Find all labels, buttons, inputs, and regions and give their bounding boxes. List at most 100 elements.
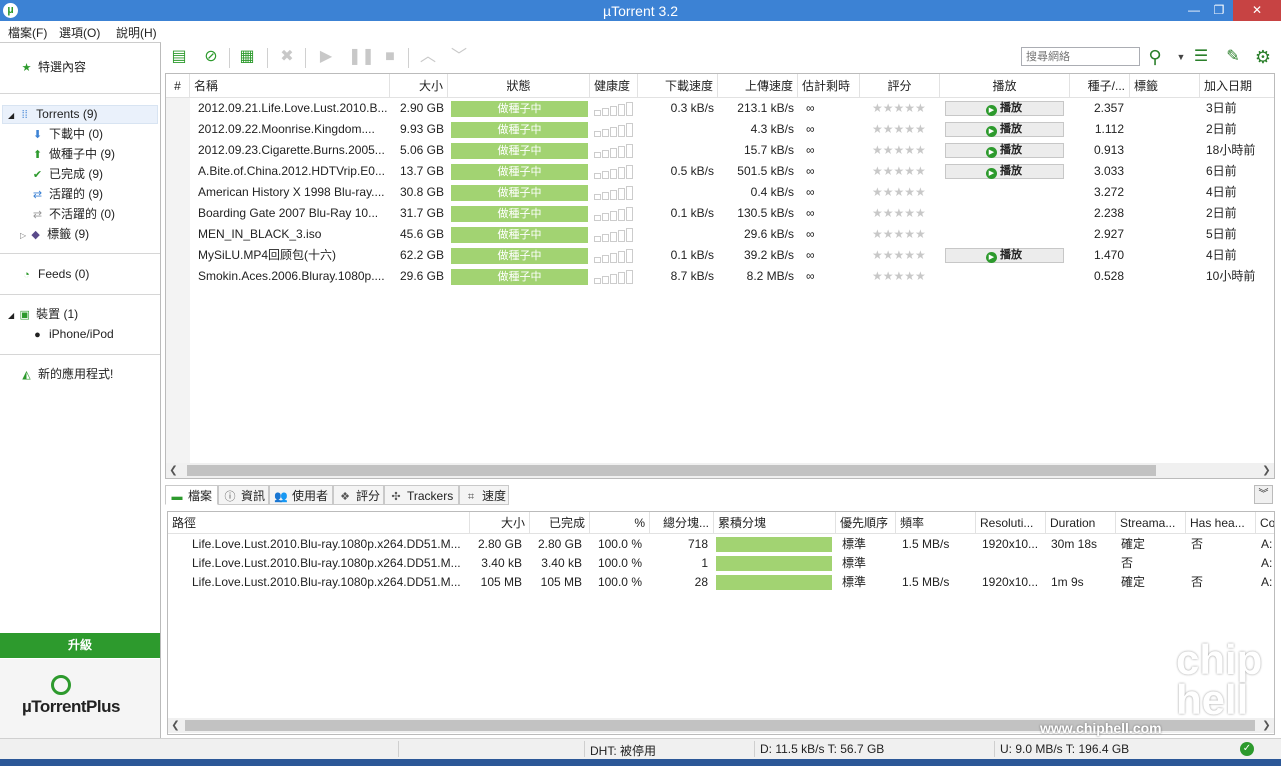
sidebar-item-iphone[interactable]: ● iPhone/iPod	[31, 324, 114, 344]
col-header-play[interactable]: 播放	[940, 74, 1070, 98]
list-view-icon[interactable]: ☰	[1191, 47, 1211, 67]
sidebar-item-downloading[interactable]: ⬇ 下載中 (0)	[31, 124, 103, 144]
col-header-health[interactable]: 健康度	[590, 74, 638, 98]
stop-icon[interactable]: ■	[380, 47, 400, 67]
col-header-name[interactable]: 名稱	[190, 74, 390, 98]
col-header-percent[interactable]: %	[590, 512, 650, 534]
sidebar-item-active[interactable]: ⇄ 活躍的 (9)	[31, 184, 103, 204]
table-row[interactable]: A.Bite.of.China.2012.HDTVrip.E0... 13.7 G…	[166, 161, 1274, 182]
dht-status[interactable]: DHT: 被停用	[590, 742, 656, 759]
tab-ratings[interactable]: ❖ 評分	[333, 485, 384, 505]
play-button[interactable]: ▶ 播放	[945, 122, 1064, 137]
remove-icon[interactable]: ✖	[277, 47, 297, 67]
col-header-label[interactable]: 標籤	[1130, 74, 1200, 98]
table-row[interactable]: American History X 1998 Blu-ray.... 30.8 …	[166, 182, 1274, 203]
col-header-status[interactable]: 狀態	[448, 74, 590, 98]
menu-options[interactable]: 選項(O)	[59, 24, 100, 41]
col-header-duration[interactable]: Duration	[1046, 512, 1116, 534]
scroll-left-icon[interactable]: ❮	[168, 718, 183, 733]
expand-arrow-icon[interactable]: ◢	[8, 311, 14, 320]
col-header-size[interactable]: 大小	[390, 74, 448, 98]
search-input[interactable]	[1021, 47, 1140, 66]
col-header-eta[interactable]: 估計剩時	[798, 74, 860, 98]
expand-arrow-icon[interactable]: ◢	[8, 111, 14, 120]
upgrade-button[interactable]: 升級	[0, 633, 160, 658]
play-button[interactable]: ▶ 播放	[945, 101, 1064, 116]
scroll-left-icon[interactable]: ❮	[166, 463, 181, 478]
col-header-added[interactable]: 加入日期	[1200, 74, 1274, 98]
sidebar-item-devices[interactable]: ◢ ▣ 裝置 (1)	[8, 304, 78, 324]
add-torrent-icon[interactable]: ▤	[169, 47, 189, 67]
add-url-icon[interactable]: ⊘	[201, 47, 221, 67]
table-row[interactable]: MEN_IN_BLACK_3.iso 45.6 GB 做種子中 29.6 kB/s ∞ ★…	[166, 224, 1274, 245]
play-button[interactable]: ▶ 播放	[945, 248, 1064, 263]
tab-speed[interactable]: ⌗ 速度	[459, 485, 509, 505]
col-header-has-header[interactable]: Has hea...	[1186, 512, 1256, 534]
table-row[interactable]: Life.Love.Lust.2010.Blu-ray.1080p.x264.D…	[168, 573, 1274, 592]
sidebar-item-new-apps[interactable]: ◭ 新的應用程式!	[20, 364, 113, 384]
col-header-priority[interactable]: 優先順序	[836, 512, 896, 534]
scrollbar-thumb[interactable]	[187, 465, 1156, 476]
sidebar-item-seeding[interactable]: ⬆ 做種子中 (9)	[31, 144, 115, 164]
col-header-up-speed[interactable]: 上傳速度	[718, 74, 798, 98]
col-header-done[interactable]: 已完成	[530, 512, 590, 534]
sidebar-item-inactive[interactable]: ⇄ 不活躍的 (0)	[31, 204, 115, 224]
network-ok-icon[interactable]: ✓	[1240, 742, 1254, 756]
torrent-list-scrollbar[interactable]: ❮ ❯	[166, 463, 1274, 478]
close-button[interactable]: ✕	[1233, 0, 1281, 21]
col-header-codec[interactable]: Co	[1256, 512, 1274, 534]
col-header-size[interactable]: 大小	[470, 512, 530, 534]
search-icon[interactable]: ⚲	[1145, 47, 1165, 67]
sidebar-item-torrents[interactable]: ◢ ⁞⁞ Torrents (9)	[8, 104, 98, 124]
sidebar-item-labels[interactable]: ▷ ◆ 標籤 (9)	[20, 224, 89, 244]
upload-status[interactable]: U: 9.0 MB/s T: 196.4 GB	[1000, 742, 1129, 756]
rating-stars-icon[interactable]: ★★★★★	[868, 245, 940, 266]
col-header-number[interactable]: #	[166, 74, 190, 98]
gear-icon[interactable]: ⚙	[1253, 47, 1273, 67]
pause-icon[interactable]: ❚❚	[348, 47, 375, 67]
col-header-rate[interactable]: 頻率	[896, 512, 976, 534]
play-button[interactable]: ▶ 播放	[945, 164, 1064, 179]
play-button[interactable]: ▶ 播放	[945, 143, 1064, 158]
start-icon[interactable]: ▶	[316, 47, 336, 67]
col-header-rating[interactable]: 評分	[860, 74, 940, 98]
expand-arrow-icon[interactable]: ▷	[20, 231, 26, 240]
utorrent-plus-logo[interactable]: µTorrentPlus	[0, 659, 160, 739]
table-row[interactable]: 2012.09.21.Life.Love.Lust.2010.B... 2.90 …	[166, 98, 1274, 119]
rating-stars-icon[interactable]: ★★★★★	[868, 203, 940, 224]
col-header-pieces[interactable]: 總分塊...	[650, 512, 714, 534]
table-row[interactable]: MySiLU.MP4回顾包(十六) 62.2 GB 做種子中 0.1 kB/s 39.2…	[166, 245, 1274, 266]
rating-stars-icon[interactable]: ★★★★★	[868, 98, 940, 119]
sidebar-item-feeds[interactable]: ◔ Feeds (0)	[20, 264, 89, 284]
table-row[interactable]: Life.Love.Lust.2010.Blu-ray.1080p.x264.D…	[168, 554, 1274, 573]
file-priority[interactable]: 標準	[838, 535, 896, 554]
table-row[interactable]: Boarding Gate 2007 Blu-Ray 10... 31.7 GB 做…	[166, 203, 1274, 224]
sidebar-item-completed[interactable]: ✔ 已完成 (9)	[31, 164, 103, 184]
rating-stars-icon[interactable]: ★★★★★	[868, 140, 940, 161]
table-row[interactable]: 2012.09.22.Moonrise.Kingdom.... 9.93 GB 做種…	[166, 119, 1274, 140]
chevron-down-icon[interactable]: ▼	[1171, 47, 1191, 67]
rating-stars-icon[interactable]: ★★★★★	[868, 266, 940, 287]
sidebar-item-featured[interactable]: ★ 特選內容	[20, 57, 86, 77]
tab-trackers[interactable]: ✣ Trackers	[384, 485, 459, 505]
scroll-right-icon[interactable]: ❯	[1259, 463, 1274, 478]
col-header-piece-map[interactable]: 累積分塊	[714, 512, 836, 534]
create-torrent-icon[interactable]: ▦	[237, 47, 257, 67]
table-row[interactable]: 2012.09.23.Cigarette.Burns.2005... 5.06 G…	[166, 140, 1274, 161]
table-row[interactable]: Life.Love.Lust.2010.Blu-ray.1080p.x264.D…	[168, 535, 1274, 554]
table-row[interactable]: Smokin.Aces.2006.Bluray.1080p.... 29.6 GB…	[166, 266, 1274, 287]
rating-stars-icon[interactable]: ★★★★★	[868, 161, 940, 182]
tab-peers[interactable]: 👥 使用者	[269, 485, 333, 505]
minimize-button[interactable]: —	[1180, 0, 1208, 21]
tab-files[interactable]: ▬ 檔案	[165, 485, 218, 505]
col-header-resolution[interactable]: Resoluti...	[976, 512, 1046, 534]
tab-info[interactable]: ⓘ 資訊	[218, 485, 269, 505]
col-header-path[interactable]: 路徑	[168, 512, 470, 534]
move-up-icon[interactable]: ︿	[418, 47, 438, 67]
col-header-ratio[interactable]: 種子/...	[1070, 74, 1130, 98]
move-down-icon[interactable]: ﹀	[449, 47, 469, 67]
rating-stars-icon[interactable]: ★★★★★	[868, 182, 940, 203]
file-priority[interactable]: 標準	[838, 573, 896, 592]
file-priority[interactable]: 標準	[838, 554, 896, 573]
rating-stars-icon[interactable]: ★★★★★	[868, 119, 940, 140]
